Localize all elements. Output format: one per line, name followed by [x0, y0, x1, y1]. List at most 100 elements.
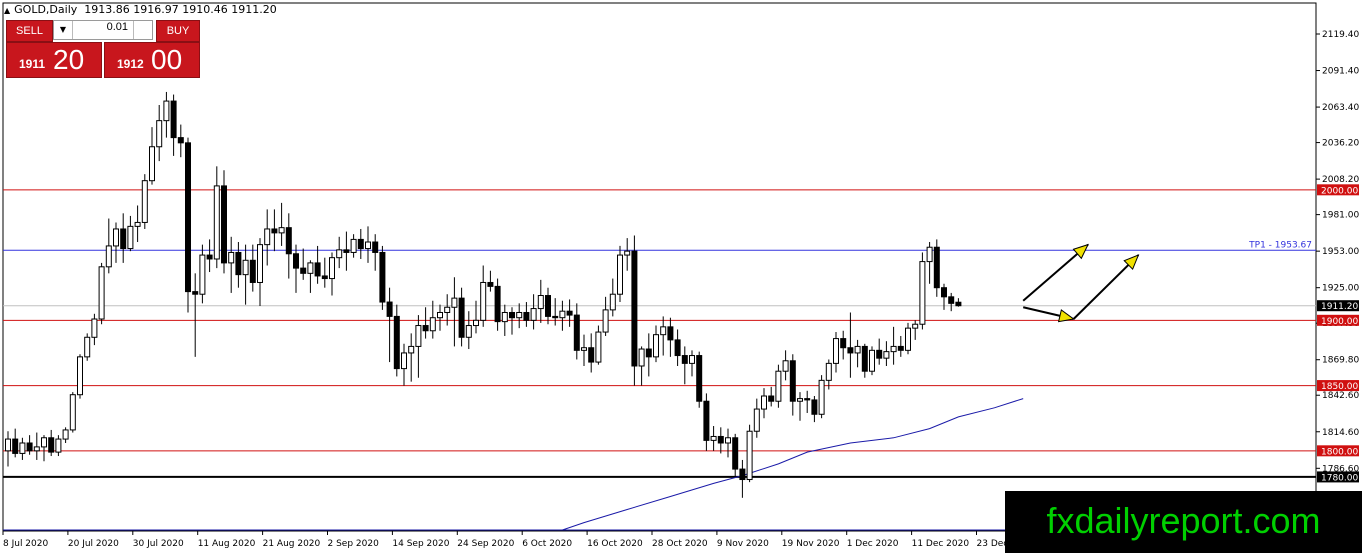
candle-body-bull — [890, 345, 897, 353]
candle-body-bull — [91, 318, 98, 338]
candle-body-bear — [552, 315, 559, 319]
y-tick-label: 1981.00 — [1322, 211, 1359, 221]
candle-body-bear — [696, 355, 703, 402]
candle-body-bull — [782, 360, 789, 372]
candle-body-bull — [156, 120, 163, 148]
candle-body-bear — [185, 142, 191, 293]
lot-stepper[interactable] — [133, 21, 152, 39]
candle-body-bull — [746, 430, 753, 481]
x-tick-label: 11 Aug 2020 — [198, 539, 256, 549]
bid-price-label: 1911.20 — [1321, 302, 1358, 312]
x-tick-label: 8 Jul 2020 — [3, 539, 48, 549]
ask-price-button[interactable]: 1912 00 — [104, 42, 200, 78]
candle — [818, 375, 825, 419]
candle-body-bull — [41, 437, 47, 448]
candle-body-bull — [77, 356, 83, 396]
candle — [746, 424, 753, 483]
lot-size-value[interactable]: 0.01 — [107, 21, 128, 33]
candle-body-bear — [732, 437, 739, 470]
bid-price-major: 1911 — [19, 57, 46, 71]
candle-body-bull — [869, 349, 875, 372]
candle-body-bear — [840, 338, 847, 349]
candle-body-bull — [581, 347, 587, 351]
ohlc-readout: 1913.86 1916.97 1910.46 1911.20 — [84, 3, 277, 16]
candle-body-bear — [221, 185, 227, 264]
candle-body-bear — [955, 301, 962, 307]
candle-body-bear — [948, 296, 955, 304]
candle-body-bull — [753, 408, 760, 432]
y-tick-label: 1814.60 — [1322, 428, 1359, 438]
buy-button[interactable]: BUY — [156, 20, 200, 42]
candle-body-bear — [739, 468, 746, 481]
candle-body-bull — [98, 266, 105, 320]
candle-body-bull — [595, 331, 602, 363]
candle-body-bear — [177, 137, 184, 144]
candle-body-bull — [624, 250, 631, 256]
x-tick-label: 20 Jul 2020 — [68, 539, 119, 549]
candle-body-bear — [206, 254, 213, 260]
candle-body-bear — [494, 285, 501, 323]
x-tick-label: 1 Dec 2020 — [847, 539, 899, 549]
candle-body-bear — [48, 437, 55, 453]
price-chart[interactable]: TP1 - 1953.67 2119.40 2091.40 2063.40 2036.… — [0, 0, 1362, 553]
lot-size-field[interactable]: ▼ 0.01 — [53, 20, 153, 40]
candle-body-bull — [818, 379, 825, 415]
candle-body-bull — [365, 241, 371, 250]
candle-body-bear — [645, 348, 652, 358]
y-tick-label: 2119.40 — [1322, 30, 1359, 40]
bid-price-button[interactable]: 1911 20 — [6, 42, 102, 78]
x-tick-label: 16 Oct 2020 — [587, 539, 643, 549]
y-tick-label: 2008.20 — [1322, 175, 1359, 185]
level-price-label: 2000.00 — [1321, 186, 1358, 196]
candle-body-bull — [638, 348, 645, 367]
candle-body-bear — [681, 355, 688, 364]
candle-body-bull — [5, 438, 11, 452]
x-tick-label: 14 Sep 2020 — [392, 539, 449, 549]
candle-body-bear — [293, 253, 299, 269]
candle-body-bear — [667, 326, 674, 341]
candle-body-bull — [329, 257, 335, 280]
candle-body-bear — [235, 251, 242, 276]
candle-body-bull — [883, 351, 890, 359]
candle-body-bull — [761, 395, 767, 410]
candle-body-bear — [876, 349, 883, 359]
candle-body-bull — [617, 254, 623, 295]
candle-body-bull — [609, 293, 616, 311]
candle-body-bull — [401, 352, 407, 370]
candle-body-bull — [84, 336, 91, 358]
candle — [185, 137, 191, 313]
candle-body-bear — [523, 311, 530, 321]
candle-body-bull — [653, 334, 659, 358]
candle — [869, 346, 875, 376]
sell-button[interactable]: SELL — [6, 20, 53, 42]
level-price-label: 1780.00 — [1321, 473, 1358, 483]
candle-body-bull — [307, 262, 314, 274]
candle-body-bull — [926, 246, 933, 263]
candle-body-bull — [444, 306, 451, 313]
chart-header: ▲ GOLD,Daily 1913.86 1916.97 1910.46 1911… — [4, 3, 277, 16]
candle-body-bull — [919, 261, 926, 325]
candle-body-bear — [458, 297, 465, 338]
dropdown-arrow-icon[interactable]: ▼ — [54, 21, 73, 39]
candle-body-bear — [170, 100, 177, 139]
candle-body-bull — [127, 225, 134, 250]
candle-body-bull — [710, 435, 717, 441]
x-tick-label: 28 Oct 2020 — [652, 539, 708, 549]
candle-body-bear — [573, 314, 580, 351]
collapse-triangle-icon[interactable]: ▲ — [4, 6, 10, 15]
x-tick-label: 19 Nov 2020 — [782, 539, 840, 549]
candle-body-bull — [257, 244, 263, 283]
candle-body-bull — [278, 227, 285, 234]
candle-body-bull — [825, 362, 832, 381]
candle-body-bear — [393, 315, 400, 370]
x-tick-label: 6 Oct 2020 — [522, 539, 572, 549]
candle-body-bear — [631, 250, 638, 367]
y-tick-label: 1925.00 — [1322, 284, 1359, 294]
candle-body-bear — [26, 442, 33, 452]
candle — [631, 235, 638, 386]
candle — [919, 252, 926, 330]
y-tick-label: 2036.20 — [1322, 139, 1359, 149]
candle-body-bear — [861, 345, 868, 372]
candle-body-bull — [912, 323, 919, 329]
candle-body-bull — [559, 310, 566, 319]
